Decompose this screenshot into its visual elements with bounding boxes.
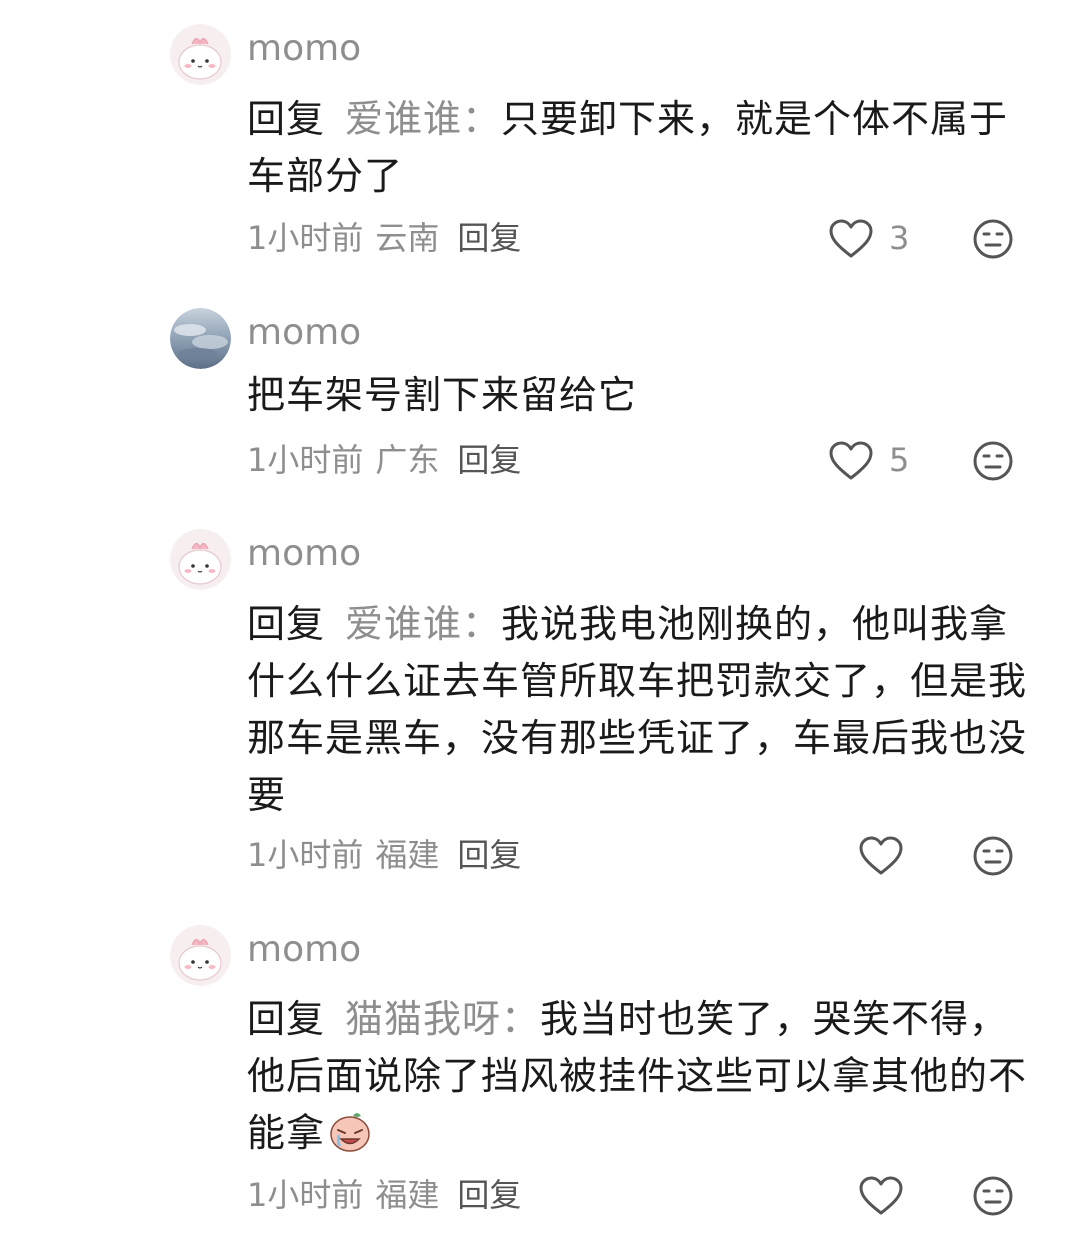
- reply-colon: ：: [462, 602, 502, 646]
- location: 福建: [375, 836, 440, 874]
- username[interactable]: momo: [247, 532, 361, 576]
- comment-meta: 1小时前 福建 回复: [247, 835, 521, 875]
- timestamp: 1小时前: [247, 219, 364, 257]
- reply-prefix: 回复: [247, 997, 326, 1041]
- comment-meta: 1小时前 广东 回复: [247, 440, 521, 480]
- reply-prefix: 回复: [247, 97, 326, 141]
- reply-button[interactable]: 回复: [457, 441, 521, 479]
- reply-button[interactable]: 回复: [457, 836, 521, 874]
- location: 云南: [375, 219, 440, 257]
- comment-text: 回复 爱谁谁：我说我电池刚换的，他叫我拿什么什么证去车管所取车把罚款交了，但是我那…: [247, 596, 1037, 824]
- comment-text: 回复 爱谁谁：只要卸下来，就是个体不属于车部分了: [247, 91, 1037, 205]
- like-count: 3: [889, 219, 910, 257]
- crying-face-emoji-icon: [330, 1113, 370, 1152]
- dislike-face-icon[interactable]: [972, 835, 1014, 877]
- like-heart-icon[interactable]: [858, 835, 904, 877]
- reply-button[interactable]: 回复: [457, 219, 521, 257]
- username[interactable]: momo: [247, 27, 361, 71]
- reply-button[interactable]: 回复: [457, 1176, 521, 1214]
- timestamp: 1小时前: [247, 836, 364, 874]
- reply-prefix: 回复: [247, 602, 326, 646]
- reply-target-user[interactable]: 猫猫我呀: [345, 997, 501, 1041]
- avatar[interactable]: [170, 308, 231, 369]
- avatar[interactable]: [170, 529, 231, 590]
- username[interactable]: momo: [247, 311, 361, 355]
- timestamp: 1小时前: [247, 1176, 364, 1214]
- reply-target-user[interactable]: 爱谁谁: [345, 602, 462, 646]
- like-count: 5: [889, 441, 910, 479]
- comment-meta: 1小时前 福建 回复: [247, 1175, 521, 1215]
- username[interactable]: momo: [247, 928, 361, 972]
- reply-target-user[interactable]: 爱谁谁: [345, 97, 462, 141]
- reply-colon: ：: [462, 97, 502, 141]
- avatar[interactable]: [170, 925, 231, 986]
- comment-body: 把车架号割下来留给它: [247, 373, 638, 417]
- location: 福建: [375, 1176, 440, 1214]
- comment-text: 回复 猫猫我呀：我当时也笑了，哭笑不得，他后面说除了挡风被挂件这些可以拿其他的不能…: [247, 991, 1037, 1162]
- like-heart-icon[interactable]: [828, 440, 874, 482]
- location: 广东: [375, 441, 440, 479]
- comment-text: 把车架号割下来留给它: [247, 367, 1037, 424]
- dislike-face-icon[interactable]: [972, 1175, 1014, 1217]
- timestamp: 1小时前: [247, 441, 364, 479]
- reply-colon: ：: [501, 997, 541, 1041]
- like-heart-icon[interactable]: [858, 1175, 904, 1217]
- dislike-face-icon[interactable]: [972, 218, 1014, 260]
- like-heart-icon[interactable]: [828, 218, 874, 260]
- dislike-face-icon[interactable]: [972, 440, 1014, 482]
- comment-meta: 1小时前 云南 回复: [247, 218, 521, 258]
- avatar[interactable]: [170, 24, 231, 85]
